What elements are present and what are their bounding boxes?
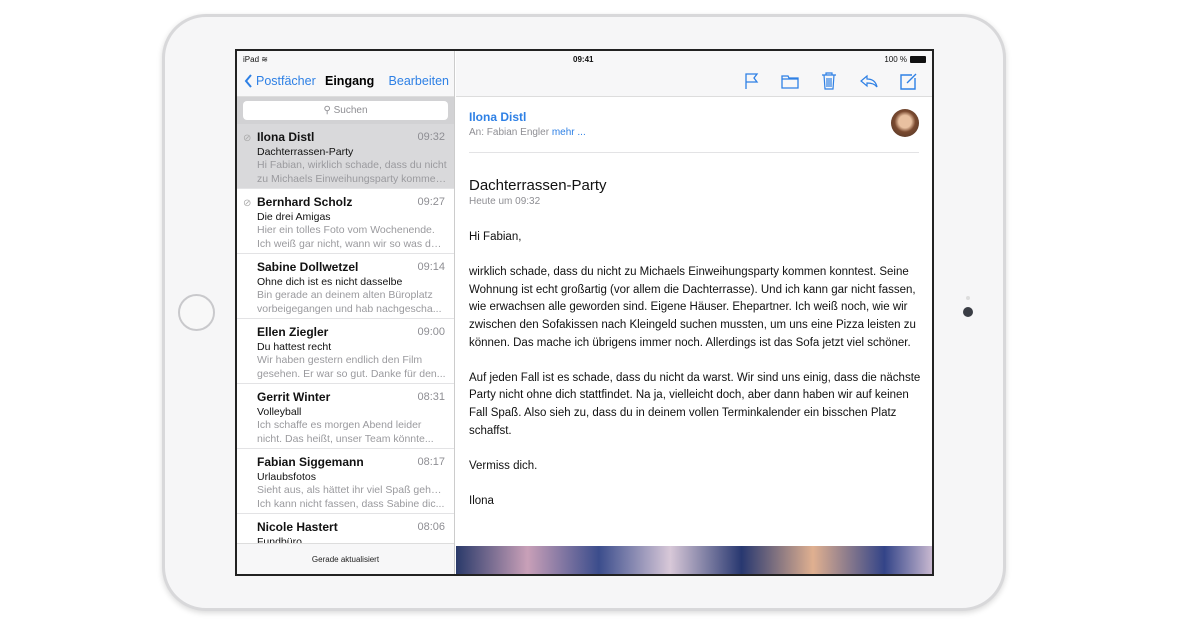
message-subject: Du hattest recht: [257, 341, 332, 353]
message-time: 08:06: [417, 521, 445, 533]
message-time: 09:32: [417, 131, 445, 143]
message-subject: Ohne dich ist es nicht dasselbe: [257, 276, 403, 288]
message-preview: gesehen. Er war so gut. Danke für den...: [257, 368, 446, 380]
camera: [963, 307, 973, 317]
message-list-item[interactable]: ⊘ Ilona Distl 09:32 Dachterrassen-Party Hi F…: [237, 124, 454, 189]
battery-status: 100 %: [884, 55, 926, 64]
message-preview: Ich weiß gar nicht, wann wir so was das.…: [257, 238, 447, 250]
mailbox-title: Eingang: [325, 74, 375, 88]
compose-icon[interactable]: [900, 72, 918, 90]
mailbox-sidebar: Postfächer Eingang Bearbeiten ⚲ Suchen ⊘…: [237, 51, 455, 574]
message-preview: Wir haben gestern endlich den Film: [257, 354, 423, 366]
search-input[interactable]: ⚲ Suchen: [243, 101, 448, 120]
message-subject: Dachterrassen-Party: [469, 177, 607, 194]
attached-photo[interactable]: [456, 546, 932, 574]
message-time: 09:00: [417, 326, 445, 338]
message-list-item[interactable]: ⊘ Bernhard Scholz 09:27 Die drei Amigas Hier…: [237, 189, 454, 254]
battery-percent: 100 %: [884, 55, 907, 64]
attachment-icon: ⊘: [243, 133, 252, 144]
message-preview: Ich schaffe es morgen Abend leider: [257, 419, 422, 431]
folder-icon[interactable]: [781, 72, 799, 90]
message-preview: Hi Fabian, wirklich schade, dass du nich…: [257, 159, 447, 171]
search-icon: ⚲: [323, 105, 331, 116]
body-paragraph: Auf jeden Fall ist es schade, dass du ni…: [469, 371, 921, 437]
sender-name[interactable]: Ilona Distl: [469, 110, 526, 124]
body-paragraph: Ilona: [469, 494, 494, 507]
message-preview: vorbeigegangen und hab nachgescha...: [257, 303, 442, 315]
message-list-item[interactable]: Sabine Dollwetzel 09:14 Ohne dich ist es n…: [237, 254, 454, 319]
home-button[interactable]: [178, 294, 215, 331]
message-subject: Volleyball: [257, 406, 302, 418]
device-label: iPad ≋: [243, 55, 268, 64]
message-list-item[interactable]: Fabian Siggemann 08:17 Urlaubsfotos Sieht a…: [237, 449, 454, 514]
message-date: Heute um 09:32: [469, 196, 541, 207]
avatar: [891, 109, 919, 137]
message-list-item[interactable]: Gerrit Winter 08:31 Volleyball Ich schaffe …: [237, 384, 454, 449]
message-subject: Urlaubsfotos: [257, 471, 316, 483]
recipients: An: Fabian Engler mehr ...: [469, 127, 586, 138]
clock: 09:41: [573, 55, 594, 64]
message-preview: nicht. Das heißt, unser Team könnte...: [257, 433, 434, 445]
screen: iPad ≋ 09:41 100 % Postfächer Eingang Be…: [235, 49, 934, 576]
device-name: iPad: [243, 55, 260, 64]
body-paragraph: Vermiss dich.: [469, 459, 538, 472]
body-paragraph: Hi Fabian,: [469, 231, 522, 243]
message-preview: Bin gerade an deinem alten Büroplatz: [257, 289, 433, 301]
attachment-icon: ⊘: [243, 198, 252, 209]
chevron-left-icon: [244, 74, 252, 88]
message-header: Ilona Distl An: Fabian Engler mehr ...: [469, 97, 919, 153]
message-time: 09:27: [417, 196, 445, 208]
message-time: 08:31: [417, 391, 445, 403]
battery-icon: [910, 56, 926, 63]
message-body: Hi Fabian, wirklich schade, dass du nich…: [469, 229, 924, 528]
search-bar: ⚲ Suchen: [237, 97, 454, 124]
trash-icon[interactable]: [820, 72, 838, 90]
back-label: Postfächer: [256, 74, 316, 88]
message-preview: Ich kann nicht fassen, dass Sabine dic..…: [257, 498, 445, 510]
flag-icon[interactable]: [743, 72, 761, 90]
status-bar: iPad ≋ 09:41 100 %: [237, 51, 932, 68]
message-preview: Sieht aus, als hättet ihr viel Spaß geha…: [257, 484, 447, 496]
message-time: 09:14: [417, 261, 445, 273]
message-subject: Dachterrassen-Party: [257, 146, 354, 158]
wifi-icon: ≋: [261, 55, 268, 64]
body-paragraph: wirklich schade, dass du nicht zu Michae…: [469, 266, 916, 349]
update-status: Gerade aktualisiert: [237, 543, 454, 574]
message-list-item[interactable]: Nicole Hastert 08:06 Fundbüro: [237, 514, 454, 544]
message-subject: Die drei Amigas: [257, 211, 331, 223]
search-placeholder: Suchen: [333, 105, 368, 116]
edit-button[interactable]: Bearbeiten: [389, 74, 449, 88]
message-list-item[interactable]: Ellen Ziegler 09:00 Du hattest recht Wir ha…: [237, 319, 454, 384]
back-button[interactable]: Postfächer: [244, 74, 316, 88]
more-link[interactable]: mehr ...: [552, 127, 586, 138]
sensor: [966, 296, 970, 300]
recipient-label: An: Fabian Engler: [469, 127, 550, 138]
message-list[interactable]: ⊘ Ilona Distl 09:32 Dachterrassen-Party Hi F…: [237, 124, 454, 544]
message-preview: Hier ein tolles Foto vom Wochenende.: [257, 224, 435, 236]
reply-icon[interactable]: [860, 72, 878, 90]
message-detail: Ilona Distl An: Fabian Engler mehr ... D…: [456, 51, 932, 574]
message-time: 08:17: [417, 456, 445, 468]
message-preview: zu Michaels Einweihungsparty kommen...: [257, 173, 447, 185]
